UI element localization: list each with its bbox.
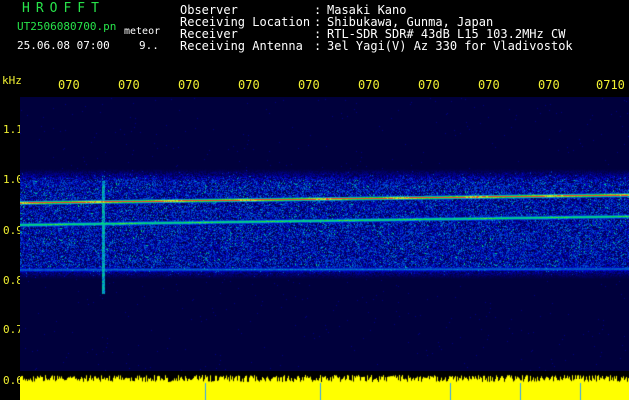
app-title: HROFFT — [22, 1, 105, 16]
x-tick-label: 070 — [538, 78, 560, 92]
spectrogram-plot — [20, 97, 629, 371]
counter-label: 9.. — [139, 39, 159, 52]
x-tick-label: 070 — [358, 78, 380, 92]
x-tick-label: 070 — [298, 78, 320, 92]
x-tick-label: 0710 — [596, 78, 625, 92]
x-tick-label: 070 — [58, 78, 80, 92]
x-tick-label: 070 — [238, 78, 260, 92]
datetime-label: 25.06.08 07:00 — [17, 39, 110, 52]
meta-colon: : — [314, 39, 322, 53]
x-tick-label: 070 — [118, 78, 140, 92]
y-axis-unit: kHz — [2, 74, 22, 87]
meta-value-antenna: 3el Yagi(V) Az 330 for Vladivostok — [327, 39, 573, 53]
amplitude-strip — [20, 371, 629, 400]
filename-label: UT2506080700.pn — [17, 20, 117, 33]
event-tag: meteor — [124, 26, 161, 37]
x-tick-label: 070 — [418, 78, 440, 92]
x-tick-label: 070 — [478, 78, 500, 92]
x-tick-label: 070 — [178, 78, 200, 92]
meta-label-antenna: Receiving Antenna — [180, 39, 303, 53]
